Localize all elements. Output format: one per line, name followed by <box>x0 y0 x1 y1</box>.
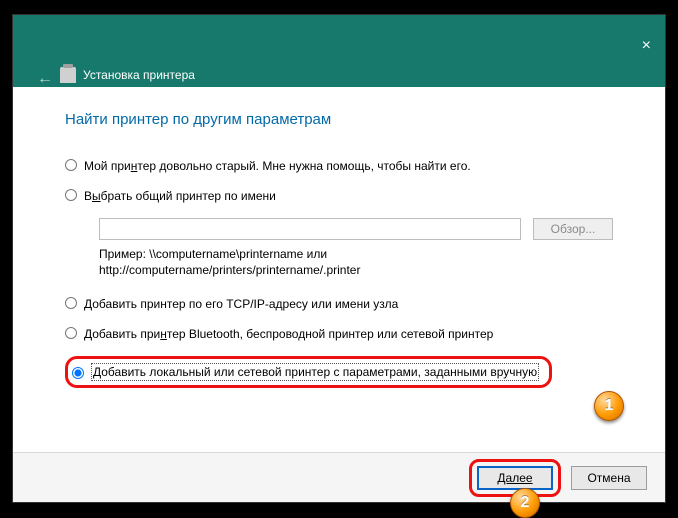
highlight-ring-1: Добавить локальный или сетевой принтер с… <box>65 356 552 388</box>
radio-bluetooth[interactable] <box>65 327 77 339</box>
annotation-marker-1: 1 <box>594 391 624 421</box>
title-bar: × ← Установка принтера <box>13 15 665 87</box>
radio-shared-by-name[interactable] <box>65 189 77 201</box>
content-area: Найти принтер по другим параметрам Мой п… <box>13 87 665 388</box>
radio-tcpip[interactable] <box>65 297 77 309</box>
annotation-marker-2: 2 <box>510 488 540 518</box>
close-icon[interactable]: × <box>642 37 651 55</box>
shared-name-group: Обзор... Пример: \\computername\printern… <box>99 218 613 278</box>
back-arrow-icon[interactable]: ← <box>37 70 53 88</box>
printer-icon <box>60 67 76 83</box>
radio-old-printer[interactable] <box>65 159 77 171</box>
cancel-button[interactable]: Отмена <box>571 466 647 490</box>
option-label: Добавить принтер Bluetooth, беспроводной… <box>84 326 493 342</box>
option-label: Мой принтер довольно старый. Мне нужна п… <box>84 158 471 174</box>
example-text: Пример: \\computername\printername или h… <box>99 246 613 278</box>
option-label: Добавить принтер по его TCP/IP-адресу ил… <box>84 296 398 312</box>
option-tcpip[interactable]: Добавить принтер по его TCP/IP-адресу ил… <box>65 296 613 312</box>
button-bar: Далее Отмена <box>13 452 665 502</box>
option-local-manual[interactable]: Добавить локальный или сетевой принтер с… <box>65 356 613 388</box>
page-heading: Найти принтер по другим параметрам <box>65 111 613 128</box>
option-shared-by-name[interactable]: Выбрать общий принтер по имени <box>65 188 613 204</box>
option-bluetooth[interactable]: Добавить принтер Bluetooth, беспроводной… <box>65 326 613 342</box>
wizard-window: × ← Установка принтера Найти принтер по … <box>13 15 665 502</box>
browse-button: Обзор... <box>533 218 613 240</box>
radio-local-manual[interactable] <box>72 367 84 379</box>
shared-name-input[interactable] <box>99 218 521 240</box>
option-old-printer[interactable]: Мой принтер довольно старый. Мне нужна п… <box>65 158 613 174</box>
option-label: Добавить локальный или сетевой принтер с… <box>91 363 539 381</box>
next-button[interactable]: Далее <box>477 466 553 490</box>
option-label: Выбрать общий принтер по имени <box>84 188 276 204</box>
window-title: Установка принтера <box>83 68 195 82</box>
